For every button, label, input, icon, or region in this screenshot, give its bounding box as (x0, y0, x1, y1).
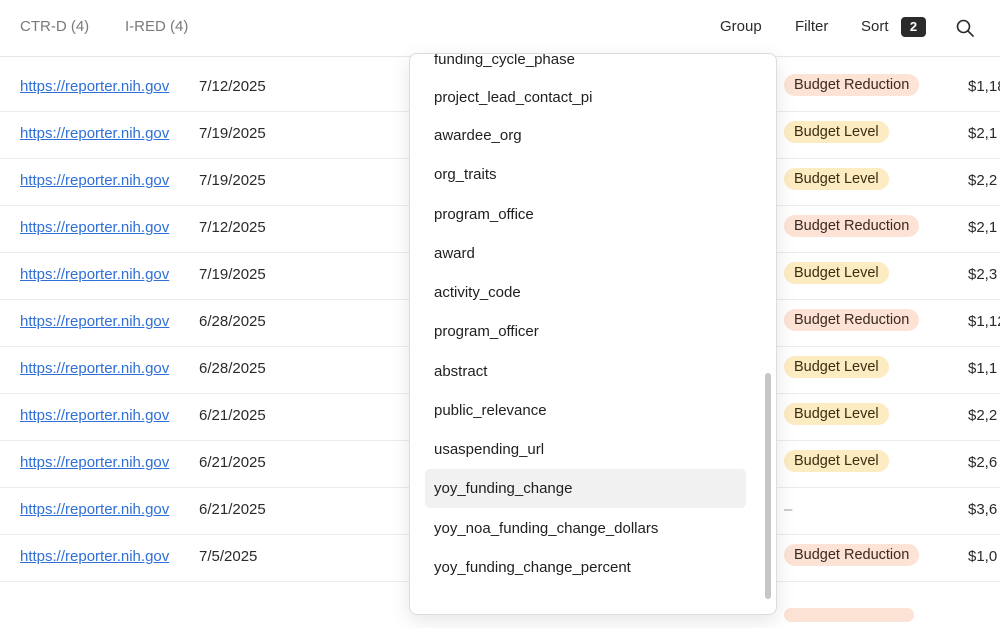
date-cell: 6/28/2025 (199, 313, 266, 330)
date-cell: 7/12/2025 (199, 219, 266, 236)
amount-cell: $2,1 (968, 125, 998, 142)
reporter-link[interactable]: https://reporter.nih.gov (20, 313, 176, 330)
status-badge: Budget Level (784, 262, 889, 284)
menu-item-award[interactable]: award (425, 234, 746, 273)
date-cell: 6/21/2025 (199, 501, 266, 518)
amount-cell: $2,6 (968, 454, 998, 471)
menu-item-awardee-org[interactable]: awardee_org (425, 116, 746, 155)
reporter-link[interactable]: https://reporter.nih.gov (20, 219, 176, 236)
group-button[interactable]: Group (720, 18, 762, 35)
toolbar: CTR-D (4) I-RED (4) Group Filter Sort 2 (0, 0, 1000, 57)
amount-cell: $2,1 (968, 219, 998, 236)
date-cell: 7/19/2025 (199, 125, 266, 142)
amount-cell: $1,18 (968, 78, 1000, 95)
menu-item-usaspending-url[interactable]: usaspending_url (425, 430, 746, 469)
date-cell: 6/28/2025 (199, 360, 266, 377)
empty-status: – (784, 501, 793, 518)
search-icon[interactable] (955, 18, 975, 38)
status-badge: Budget Level (784, 168, 889, 190)
menu-item-public-relevance[interactable]: public_relevance (425, 391, 746, 430)
tab-i-red[interactable]: I-RED (4) (125, 18, 188, 35)
menu-item-activity-code[interactable]: activity_code (425, 273, 746, 312)
status-badge-partial (784, 608, 914, 622)
menu-item-yoy-funding-change[interactable]: yoy_funding_change (425, 469, 746, 508)
status-badge: Budget Reduction (784, 74, 920, 96)
reporter-link[interactable]: https://reporter.nih.gov (20, 172, 176, 189)
amount-cell: $1,0 (968, 548, 998, 565)
status-badge: Budget Reduction (784, 215, 920, 237)
menu-item-program-officer[interactable]: program_officer (425, 312, 746, 351)
amount-cell: $2,2 (968, 172, 998, 189)
amount-cell: $2,3 (968, 266, 998, 283)
reporter-link[interactable]: https://reporter.nih.gov (20, 125, 176, 142)
reporter-link[interactable]: https://reporter.nih.gov (20, 454, 176, 471)
status-badge: Budget Level (784, 121, 889, 143)
field-picker-dropdown[interactable]: funding_cycle_phase project_lead_contact… (409, 53, 777, 615)
status-badge: Budget Level (784, 450, 889, 472)
date-cell: 6/21/2025 (199, 454, 266, 471)
sort-button[interactable]: Sort (861, 18, 889, 35)
status-badge: Budget Reduction (784, 309, 920, 331)
date-cell: 7/19/2025 (199, 172, 266, 189)
status-badge: Budget Level (784, 356, 889, 378)
reporter-link[interactable]: https://reporter.nih.gov (20, 548, 176, 565)
status-badge: Budget Level (784, 403, 889, 425)
reporter-link[interactable]: https://reporter.nih.gov (20, 78, 176, 95)
amount-cell: $1,12 (968, 313, 1000, 330)
date-cell: 6/21/2025 (199, 407, 266, 424)
dropdown-scrollbar-thumb[interactable] (765, 373, 771, 599)
reporter-link[interactable]: https://reporter.nih.gov (20, 266, 176, 283)
reporter-link[interactable]: https://reporter.nih.gov (20, 407, 176, 424)
menu-item-yoy-noa-funding-change-dollars[interactable]: yoy_noa_funding_change_dollars (425, 509, 746, 548)
date-cell: 7/5/2025 (199, 548, 258, 565)
sort-count-badge[interactable]: 2 (901, 17, 926, 37)
menu-item-program-office[interactable]: program_office (425, 195, 746, 234)
filter-button[interactable]: Filter (795, 18, 828, 35)
menu-item-project-lead-contact-pi[interactable]: project_lead_contact_pi (425, 78, 746, 117)
amount-cell: $1,1 (968, 360, 998, 377)
menu-item-abstract[interactable]: abstract (425, 352, 746, 391)
amount-cell: $2,2 (968, 407, 998, 424)
reporter-link[interactable]: https://reporter.nih.gov (20, 360, 176, 377)
status-badge: Budget Reduction (784, 544, 920, 566)
tab-ctr-d[interactable]: CTR-D (4) (20, 18, 89, 35)
amount-cell: $3,6 (968, 501, 998, 518)
menu-item-yoy-funding-change-percent[interactable]: yoy_funding_change_percent (425, 548, 746, 587)
menu-item-funding-cycle-phase[interactable]: funding_cycle_phase (425, 54, 746, 79)
menu-item-org-traits[interactable]: org_traits (425, 155, 746, 194)
reporter-link[interactable]: https://reporter.nih.gov (20, 501, 176, 518)
date-cell: 7/19/2025 (199, 266, 266, 283)
date-cell: 7/12/2025 (199, 78, 266, 95)
